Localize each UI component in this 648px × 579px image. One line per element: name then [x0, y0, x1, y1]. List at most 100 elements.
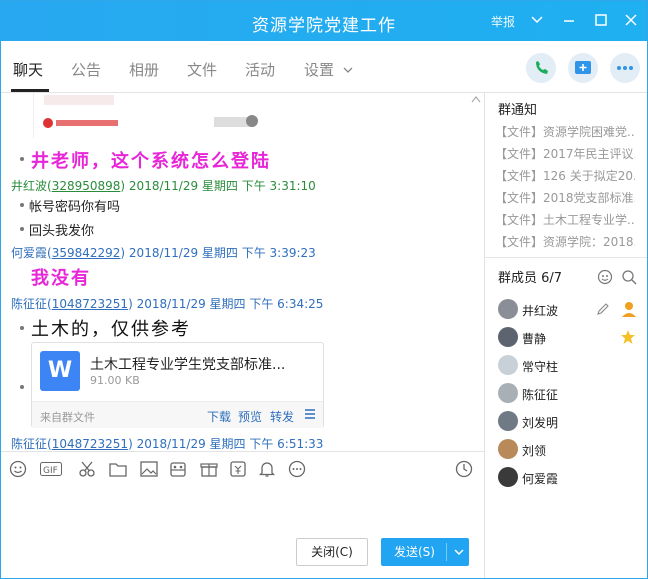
avatar [498, 439, 518, 459]
image-icon[interactable] [140, 461, 158, 477]
admin-star-icon [621, 330, 635, 344]
bell-icon[interactable] [258, 460, 276, 478]
message-input[interactable] [7, 487, 477, 533]
history-clock-icon[interactable] [455, 460, 473, 478]
members-title: 群成员 6/7 [498, 271, 563, 286]
message-header: 陈征征(1048723251) 2018/11/29 星期四 下午 6:34:2… [11, 297, 324, 311]
word-file-icon: W [40, 351, 80, 391]
more-icon[interactable] [288, 460, 306, 478]
gift-icon[interactable] [200, 460, 218, 478]
tab-announcement[interactable]: 公告 [71, 59, 101, 80]
member-settings-icon[interactable] [597, 269, 613, 285]
message-time: 2018/11/29 星期四 下午 3:31:10 [128, 179, 316, 193]
emoji-icon[interactable] [9, 460, 27, 478]
chevron-down-icon[interactable] [529, 11, 545, 29]
chevron-down-icon[interactable] [343, 61, 353, 79]
maximize-icon[interactable] [593, 11, 609, 29]
message-time: 2018/11/29 星期四 下午 3:39:23 [128, 246, 316, 260]
file-source: 来自群文件 [40, 411, 95, 424]
send-button-label: 发送(S) [394, 545, 435, 559]
member-item[interactable]: 何爱霞 [498, 467, 644, 489]
notice-item[interactable]: 【文件】126 关于拟定20... [495, 167, 635, 184]
message-bullet [20, 227, 24, 231]
tab-chat[interactable]: 聊天 [13, 59, 43, 80]
member-name: 陈征征 [522, 388, 559, 402]
sender-qq[interactable]: 359842292 [52, 246, 121, 260]
close-button[interactable]: 关闭(C) [296, 538, 368, 566]
search-icon[interactable] [621, 269, 637, 285]
preview-link[interactable]: 预览 [238, 408, 262, 425]
sender-name[interactable]: 何爱霞 [11, 246, 47, 260]
title-bar: 资源学院党建工作 举报 [1, 1, 647, 41]
message-text: 回头我发你 [29, 224, 95, 239]
notice-title[interactable]: 群通知 [498, 99, 537, 118]
sender-qq[interactable]: 1048723251 [52, 297, 128, 311]
avatar [498, 299, 518, 319]
tab-files[interactable]: 文件 [187, 59, 217, 80]
close-icon[interactable] [623, 11, 639, 29]
sender-qq[interactable]: 328950898 [52, 179, 121, 193]
report-button[interactable]: 举报 [491, 13, 515, 30]
notice-item[interactable]: 【文件】2018党支部标准... [495, 189, 635, 206]
sender-name[interactable]: 陈征征 [11, 437, 47, 451]
file-card-footer: 来自群文件 下载 预览 转发 [32, 401, 323, 428]
input-toolbar: GIF [1, 451, 484, 487]
forward-link[interactable]: 转发 [270, 408, 294, 425]
file-size: 91.00 KB [90, 374, 140, 387]
scroll-up-icon[interactable] [471, 95, 481, 105]
edit-pencil-icon[interactable] [596, 302, 610, 316]
add-app-button[interactable] [568, 53, 598, 83]
member-name: 刘领 [522, 444, 547, 458]
window-title: 资源学院党建工作 [252, 16, 396, 36]
notice-item[interactable]: 【文件】土木工程专业学... [495, 211, 635, 228]
download-link[interactable]: 下载 [207, 408, 231, 425]
sender-name[interactable]: 井红波 [11, 179, 47, 193]
avatar [498, 327, 518, 347]
menu-icon[interactable] [304, 408, 316, 423]
member-item[interactable]: 曹静 [498, 327, 644, 349]
screenshot-scissors-icon[interactable] [78, 460, 96, 478]
message-header: 井红波(328950898) 2018/11/29 星期四 下午 3:31:10 [11, 179, 316, 193]
message-bullet [20, 326, 24, 330]
tab-bar: 聊天 公告 相册 文件 活动 设置 [1, 41, 647, 93]
owner-icon [622, 302, 636, 317]
member-item[interactable]: 刘领 [498, 439, 644, 461]
notice-item[interactable]: 【文件】资源学院困难党... [495, 123, 635, 140]
svg-text:GIF: GIF [43, 466, 58, 476]
file-card[interactable]: W 土木工程专业学生党支部标准... 91.00 KB 来自群文件 下载 预览 … [31, 342, 324, 428]
message-text: 帐号密码你有吗 [29, 200, 121, 215]
tab-album[interactable]: 相册 [129, 59, 159, 80]
voice-call-button[interactable] [526, 53, 556, 83]
sidebar-divider [485, 257, 647, 258]
red-packet-icon[interactable] [169, 460, 187, 478]
shared-image[interactable] [33, 93, 266, 138]
sender-name[interactable]: 陈征征 [11, 297, 47, 311]
gif-icon[interactable]: GIF [40, 462, 62, 476]
message-bullet [20, 385, 24, 389]
message-text: 我没有 [31, 268, 91, 289]
message-text: 土木的，仅供参考 [31, 319, 191, 340]
member-item[interactable]: 陈征征 [498, 383, 644, 405]
file-name[interactable]: 土木工程专业学生党支部标准... [90, 354, 285, 374]
sender-qq[interactable]: 1048723251 [52, 437, 128, 451]
chevron-down-icon[interactable] [453, 538, 465, 576]
minimize-icon[interactable] [561, 11, 577, 29]
tab-activity[interactable]: 活动 [245, 59, 275, 80]
message-bullet [20, 157, 24, 161]
member-name: 何爱霞 [522, 472, 559, 486]
send-button[interactable]: 发送(S) [381, 538, 469, 566]
message-header: 何爱霞(359842292) 2018/11/29 星期四 下午 3:39:23 [11, 246, 316, 260]
avatar [498, 355, 518, 375]
wallet-icon[interactable] [229, 460, 247, 478]
message-text: 井老师，这个系统怎么登陆 [31, 151, 271, 172]
folder-icon[interactable] [109, 461, 127, 477]
member-item[interactable]: 刘发明 [498, 411, 644, 433]
message-bullet [20, 203, 24, 207]
member-item[interactable]: 常守柱 [498, 355, 644, 377]
tab-settings[interactable]: 设置 [304, 59, 334, 80]
more-button[interactable] [610, 53, 640, 83]
active-tab-indicator [11, 89, 49, 92]
notice-item[interactable]: 【文件】2017年民主评议... [495, 145, 635, 162]
notice-item[interactable]: 【文件】资源学院：2018... [495, 233, 635, 250]
member-item[interactable]: 井红波 [498, 299, 644, 321]
